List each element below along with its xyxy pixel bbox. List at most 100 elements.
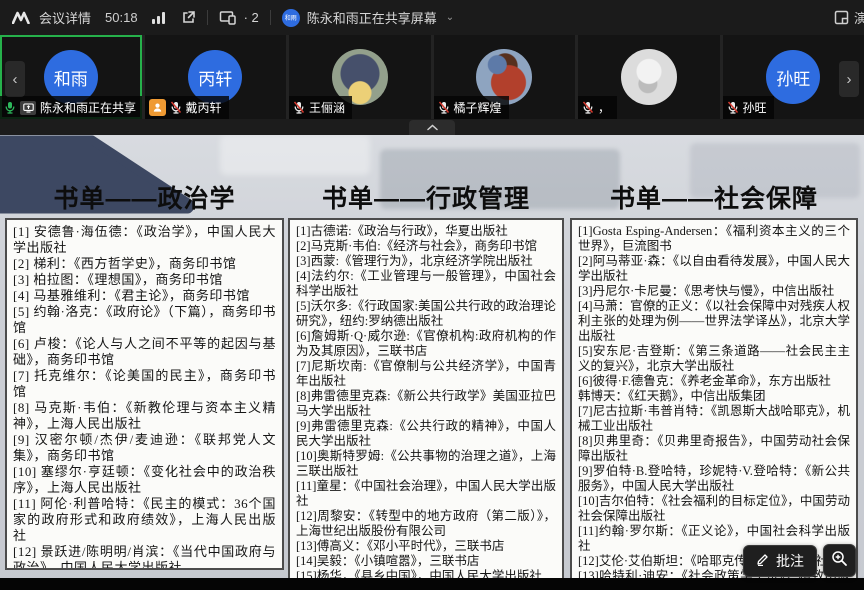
chevron-down-icon: ⌄ bbox=[446, 12, 454, 23]
next-participants-button[interactable]: › bbox=[839, 61, 859, 97]
book-item: [14]吴毅：《小镇喧嚣》，三联书店 bbox=[296, 554, 556, 569]
shared-screen-content: 书单——政治学 书单——行政管理 书单——社会保障 [1] 安德鲁·海伍德：《政… bbox=[0, 135, 864, 590]
participant-name: ， bbox=[598, 99, 610, 116]
shared-screens-button[interactable]: · 2 bbox=[219, 10, 259, 25]
book-item: [2]马克斯·韦伯:《经济与社会》，商务印书馆 bbox=[296, 239, 556, 254]
meeting-topbar: 会议详情 50:18 · 2 和雨 陈永和雨正在共享屏幕 ⌄ 演讲 bbox=[0, 0, 864, 35]
book-item: [2] 梯利：《西方哲学史》，商务印书馆 bbox=[13, 256, 276, 272]
book-item: [5]安东尼·吉登斯：《第三条道路——社会民主主义的复兴》，北京大学出版社 bbox=[578, 344, 850, 374]
annotate-button[interactable]: 批注 bbox=[743, 545, 817, 577]
participant-label: ， bbox=[578, 96, 617, 119]
participant-strip: 和雨 陈永和雨正在共享 丙轩 戴丙轩 bbox=[0, 35, 864, 119]
column-title-politics: 书单——政治学 bbox=[5, 179, 284, 215]
participant-label: 孙旺 bbox=[723, 96, 774, 119]
mic-muted-icon bbox=[727, 101, 739, 114]
sharing-banner-dropdown[interactable]: 和雨 陈永和雨正在共享屏幕 ⌄ bbox=[282, 8, 454, 27]
view-mode-button[interactable]: 演讲 bbox=[834, 8, 864, 27]
avatar: 孙旺 bbox=[766, 50, 820, 104]
book-item: [10]奥斯特罗姆:《公共事物的治理之道》，上海三联出版社 bbox=[296, 449, 556, 479]
view-mode-label: 演讲 bbox=[854, 8, 864, 27]
book-item: [4]法约尔:《工业管理与一般管理》，中国社会科学出版社 bbox=[296, 269, 556, 299]
column-title-public-admin: 书单——行政管理 bbox=[288, 179, 564, 215]
participant-tile-comma[interactable]: ， bbox=[578, 35, 720, 119]
book-item: 韩博天：《红天鹅》，中信出版集团 bbox=[578, 389, 850, 404]
book-item: [7]尼古拉斯·韦普肖特：《凯恩斯大战哈耶克》，机械工业出版社 bbox=[578, 404, 850, 434]
meeting-timer: 50:18 bbox=[105, 10, 138, 25]
book-list-social-security: [1]Gosta Esping-Andersen：《福利资本主义的三个世界》，巨… bbox=[570, 218, 858, 590]
open-external-icon[interactable] bbox=[181, 10, 196, 25]
magnifier-plus-icon bbox=[831, 550, 848, 572]
mic-muted-icon bbox=[582, 101, 594, 114]
collapse-strip-button[interactable] bbox=[409, 120, 455, 135]
participant-name: 戴丙轩 bbox=[186, 99, 222, 116]
prev-participants-button[interactable]: ‹ bbox=[5, 61, 25, 97]
participant-tile-wanglihan[interactable]: 王俪涵 bbox=[289, 35, 431, 119]
screen-share-icon bbox=[20, 101, 36, 115]
book-item: [8] 马克斯·韦伯：《新教伦理与资本主义精神》，上海人民出版社 bbox=[13, 400, 276, 432]
participant-label: 戴丙轩 bbox=[145, 96, 229, 119]
book-item: [7]尼斯坎南:《官僚制与公共经济学》，中国青年出版社 bbox=[296, 359, 556, 389]
book-item: [5] 约翰·洛克：《政府论》（下篇），商务印书馆 bbox=[13, 304, 276, 336]
book-item: [6]彼得·F.德鲁克：《养老金革命》，东方出版社 bbox=[578, 374, 850, 389]
mic-muted-icon bbox=[438, 101, 450, 114]
book-item: [2]阿马蒂亚·森：《以自由看待发展》，中国人民大学出版社 bbox=[578, 254, 850, 284]
devices-icon bbox=[219, 10, 237, 25]
book-item: [6] 卢梭：《论人与人之间不平等的起因与基础》，商务印书馆 bbox=[13, 336, 276, 368]
participant-label: 王俪涵 bbox=[289, 96, 352, 119]
participant-name: 陈永和雨正在共享 bbox=[40, 99, 136, 116]
pencil-icon bbox=[756, 552, 770, 569]
book-item: [4]马萧：官僚的正义：《以社会保障中对残疾人权利主张的处理为例——世界法学译丛… bbox=[578, 299, 850, 344]
book-item: [1]古德诺:《政治与行政》，华夏出版社 bbox=[296, 224, 556, 239]
participant-name: 橘子辉煌 bbox=[454, 99, 502, 116]
layout-view-icon bbox=[834, 10, 849, 25]
background-photo bbox=[220, 135, 370, 175]
network-signal-icon bbox=[152, 12, 165, 24]
participant-label: 橘子辉煌 bbox=[434, 96, 509, 119]
book-item: [3]丹尼尔·卡尼曼：《思考快与慢》，中信出版社 bbox=[578, 284, 850, 299]
book-list-politics: [1] 安德鲁·海伍德：《政治学》，中国人民大学出版社[2] 梯利：《西方哲学史… bbox=[5, 218, 284, 570]
book-item: [9]弗雷德里克森:《公共行政的精神》，中国人民大学出版社 bbox=[296, 419, 556, 449]
book-item: [3] 柏拉图：《理想国》，商务印书馆 bbox=[13, 272, 276, 288]
participant-name: 王俪涵 bbox=[309, 99, 345, 116]
floating-toolbar: 批注 bbox=[743, 544, 856, 577]
slide-bottom-letterbox bbox=[0, 578, 864, 590]
book-item: [9] 汉密尔顿/杰伊/麦迪逊：《联邦党人文集》，商务印书馆 bbox=[13, 432, 276, 464]
sharer-avatar: 和雨 bbox=[282, 9, 300, 27]
book-item: [13]傅高义：《邓小平时代》，三联书店 bbox=[296, 539, 556, 554]
mic-on-icon bbox=[4, 101, 16, 114]
zoom-in-button[interactable] bbox=[823, 544, 856, 577]
book-item: [12]周黎安：《转型中的地方政府（第二版）》，上海世纪出版股份有限公司 bbox=[296, 509, 556, 539]
book-item: [12] 景跃进/陈明明/肖滨：《当代中国政府与政治》，中国人民大学出版社 bbox=[13, 544, 276, 570]
participant-tile-daibingxuan[interactable]: 丙轩 戴丙轩 bbox=[145, 35, 287, 119]
book-item: [6]詹姆斯·Q·威尔逊:《官僚机构:政府机构的作为及其原因》，三联书店 bbox=[296, 329, 556, 359]
participant-name: 孙旺 bbox=[743, 99, 767, 116]
book-item: [10]吉尔伯特：《社会福利的目标定位》，中国劳动社会保障出版社 bbox=[578, 494, 850, 524]
member-badge-icon bbox=[149, 99, 166, 116]
book-item: [7] 托克维尔：《论美国的民主》，商务印书馆 bbox=[13, 368, 276, 400]
book-item: [11]童星：《中国社会治理》，中国人民大学出版社 bbox=[296, 479, 556, 509]
meeting-details-label: 会议详情 bbox=[39, 8, 91, 27]
book-item: [3]西蒙:《管理行为》，北京经济学院出版社 bbox=[296, 254, 556, 269]
device-count: · 2 bbox=[244, 10, 259, 25]
strip-collapse-zone bbox=[0, 119, 864, 135]
book-item: [10] 塞缪尔·亨廷顿：《变化社会中的政治秩序》，上海人民出版社 bbox=[13, 464, 276, 496]
topbar-divider bbox=[270, 10, 271, 25]
mic-muted-icon bbox=[293, 101, 305, 114]
book-item: [4] 马基雅维利：《君主论》，商务印书馆 bbox=[13, 288, 276, 304]
participant-tile-juzihuihuang[interactable]: 橘子辉煌 bbox=[434, 35, 576, 119]
book-item: [1] 安德鲁·海伍德：《政治学》，中国人民大学出版社 bbox=[13, 224, 276, 256]
meeting-logo-icon bbox=[12, 11, 32, 24]
meeting-details-button[interactable]: 会议详情 bbox=[12, 8, 91, 27]
book-item: [1]Gosta Esping-Andersen：《福利资本主义的三个世界》，巨… bbox=[578, 224, 850, 254]
sharing-banner-text: 陈永和雨正在共享屏幕 bbox=[307, 8, 437, 27]
participant-label: 陈永和雨正在共享 bbox=[0, 96, 142, 119]
topbar-divider bbox=[207, 10, 208, 25]
book-list-public-admin: [1]古德诺:《政治与行政》，华夏出版社[2]马克斯·韦伯:《经济与社会》，商务… bbox=[288, 218, 564, 590]
column-title-social-security: 书单——社会保障 bbox=[570, 179, 858, 215]
annotate-label: 批注 bbox=[776, 551, 804, 571]
book-item: [9]罗伯特·B.登哈特，珍妮特·V.登哈特：《新公共服务》，中国人民大学出版社 bbox=[578, 464, 850, 494]
mic-muted-icon bbox=[170, 101, 182, 114]
book-item: [5]沃尔多:《行政国家:美国公共行政的政治理论研究》，纽约:罗纳德出版社 bbox=[296, 299, 556, 329]
avatar bbox=[621, 49, 677, 105]
book-item: [11] 阿伦·利普哈特：《民主的模式：36个国家的政府形式和政府绩效》，上海人… bbox=[13, 496, 276, 544]
